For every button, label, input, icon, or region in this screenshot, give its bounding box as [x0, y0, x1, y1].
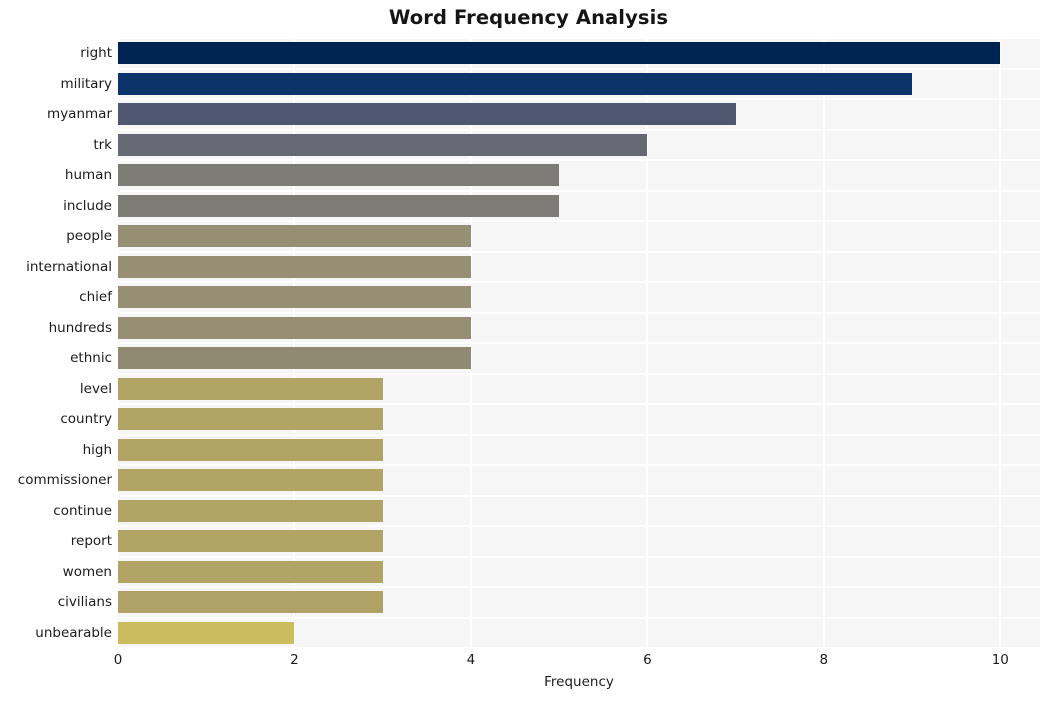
bar-civilians[interactable]: [118, 591, 383, 614]
y-tick-label-civilians: civilians: [57, 594, 112, 611]
bar-ethnic[interactable]: [118, 347, 471, 370]
bars-container: [118, 38, 1040, 648]
y-tick-label-country: country: [60, 411, 112, 428]
bar-people[interactable]: [118, 225, 471, 248]
bar-military[interactable]: [118, 72, 913, 95]
y-tick-label-high: high: [82, 441, 112, 458]
bar-country[interactable]: [118, 408, 383, 431]
bar-high[interactable]: [118, 438, 383, 461]
x-axis-tick-labels: 0 2 4 6 8 10: [114, 652, 1040, 672]
y-tick-label-myanmar: myanmar: [47, 106, 112, 123]
chart-title: Word Frequency Analysis: [388, 6, 669, 29]
y-axis-tick-labels: right military myanmar trk human include peopl…: [0, 38, 112, 648]
y-tick-label-trk: trk: [93, 136, 112, 153]
bar-continue[interactable]: [118, 499, 383, 522]
bar-include[interactable]: [118, 194, 560, 217]
x-tick-label-4: 4: [466, 652, 476, 668]
bar-unbearable[interactable]: [118, 621, 295, 644]
bar-level[interactable]: [118, 377, 383, 400]
y-tick-label-continue: continue: [53, 502, 112, 519]
bar-report[interactable]: [118, 530, 383, 553]
y-tick-label-military: military: [60, 75, 112, 92]
x-tick-label-2: 2: [290, 652, 299, 668]
y-tick-label-include: include: [63, 197, 112, 214]
y-tick-label-women: women: [62, 563, 112, 580]
y-tick-label-level: level: [79, 380, 112, 397]
y-tick-label-international: international: [26, 258, 112, 275]
plot-area: [118, 38, 1040, 648]
x-tick-label-8: 8: [819, 652, 829, 668]
y-tick-label-hundreds: hundreds: [48, 319, 112, 336]
x-tick-label-10: 10: [991, 652, 1009, 668]
y-tick-label-right: right: [80, 45, 112, 62]
y-tick-label-ethnic: ethnic: [70, 350, 112, 367]
y-tick-label-chief: chief: [79, 289, 112, 306]
bar-hundreds[interactable]: [118, 316, 471, 339]
y-tick-label-people: people: [66, 228, 112, 245]
y-tick-label-human: human: [64, 167, 112, 184]
bar-international[interactable]: [118, 255, 471, 278]
x-tick-label-6: 6: [643, 652, 652, 668]
bar-human[interactable]: [118, 164, 560, 187]
x-tick-label-0: 0: [113, 652, 123, 668]
bar-myanmar[interactable]: [118, 103, 736, 126]
bar-trk[interactable]: [118, 133, 648, 156]
y-tick-label-commissioner: commissioner: [17, 472, 112, 489]
word-frequency-bar-chart: Word Frequency Analysis right military mya…: [0, 0, 1057, 701]
bar-commissioner[interactable]: [118, 469, 383, 492]
bar-chief[interactable]: [118, 286, 471, 309]
x-axis-label: Frequency: [544, 674, 614, 690]
bar-women[interactable]: [118, 560, 383, 583]
y-tick-label-report: report: [70, 533, 112, 550]
y-tick-label-unbearable: unbearable: [35, 624, 112, 641]
bar-right[interactable]: [118, 42, 1001, 65]
